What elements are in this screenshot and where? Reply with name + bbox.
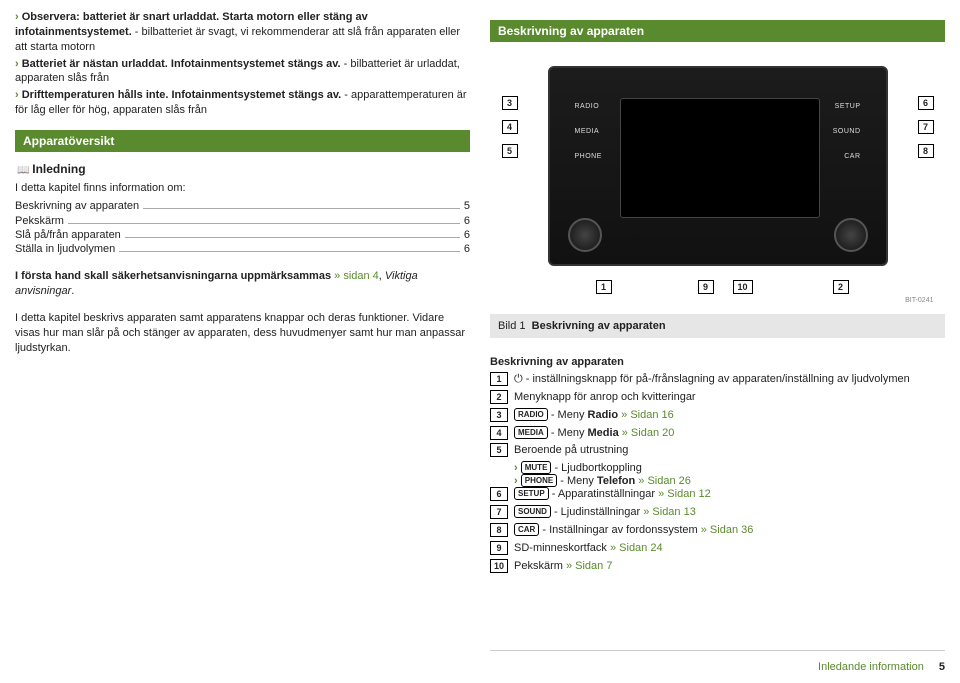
page-footer: Inledande information 5 <box>490 650 945 673</box>
radio-button-label: RADIO <box>575 103 600 110</box>
image-code: BIT-0241 <box>905 297 933 304</box>
device-illustration: RADIO MEDIA PHONE SETUP SOUND CAR 3 4 5 … <box>498 56 938 306</box>
footer-section: Inledande information <box>818 661 924 673</box>
callout-8: 8 <box>918 144 934 158</box>
section-header-right: Beskrivning av apparaten <box>490 20 945 42</box>
callout-9: 9 <box>698 280 714 294</box>
media-button-label: MEDIA <box>575 128 600 135</box>
desc-title: Beskrivning av apparaten <box>490 356 945 368</box>
callout-7: 7 <box>918 120 934 134</box>
callout-1: 1 <box>596 280 612 294</box>
callout-10: 10 <box>733 280 753 294</box>
intro-line-3-bold: Drifttemperaturen hålls inte. Infotainme… <box>22 89 341 101</box>
footer-page: 5 <box>939 661 945 673</box>
setup-button-label: SETUP <box>835 103 861 110</box>
section-header-left: Apparatöversikt <box>15 130 470 152</box>
toc: Beskrivning av apparaten5 Pekskärm6 Slå … <box>15 200 470 257</box>
para-description: I detta kapitel beskrivs apparaten samt … <box>15 311 470 356</box>
right-column: Beskrivning av apparaten RADIO MEDIA PHO… <box>480 0 960 683</box>
menu-knob <box>834 218 868 252</box>
toc-row: Ställa in ljudvolymen6 <box>15 243 470 255</box>
toc-row: Pekskärm6 <box>15 214 470 226</box>
callout-3: 3 <box>502 96 518 110</box>
toc-row: Slå på/från apparaten6 <box>15 229 470 241</box>
toc-row: Beskrivning av apparaten5 <box>15 200 470 212</box>
device-screen <box>620 98 820 218</box>
intro-line-2-bold: Batteriet är nästan urladdat. Infotainme… <box>22 58 341 70</box>
power-volume-knob <box>568 218 602 252</box>
callout-6: 6 <box>918 96 934 110</box>
device-body: RADIO MEDIA PHONE SETUP SOUND CAR <box>548 66 888 266</box>
car-button-label: CAR <box>844 153 860 160</box>
phone-button-label: PHONE <box>575 153 602 160</box>
toc-intro: I detta kapitel finns information om: <box>15 182 470 194</box>
callout-5: 5 <box>502 144 518 158</box>
callout-4: 4 <box>502 120 518 134</box>
inledning-title: Inledning <box>17 162 470 176</box>
desc-list: 1⏻ - inställningsknapp för på-/frånslagn… <box>490 372 945 576</box>
callout-2: 2 <box>833 280 849 294</box>
figure-caption: Bild 1 Beskrivning av apparaten <box>490 314 945 338</box>
intro-block: Observera: batteriet är snart urladdat. … <box>15 10 470 120</box>
left-column: Observera: batteriet är snart urladdat. … <box>0 0 480 683</box>
para-safety: I första hand skall säkerhetsanvisningar… <box>15 269 470 299</box>
sound-button-label: SOUND <box>833 128 861 135</box>
